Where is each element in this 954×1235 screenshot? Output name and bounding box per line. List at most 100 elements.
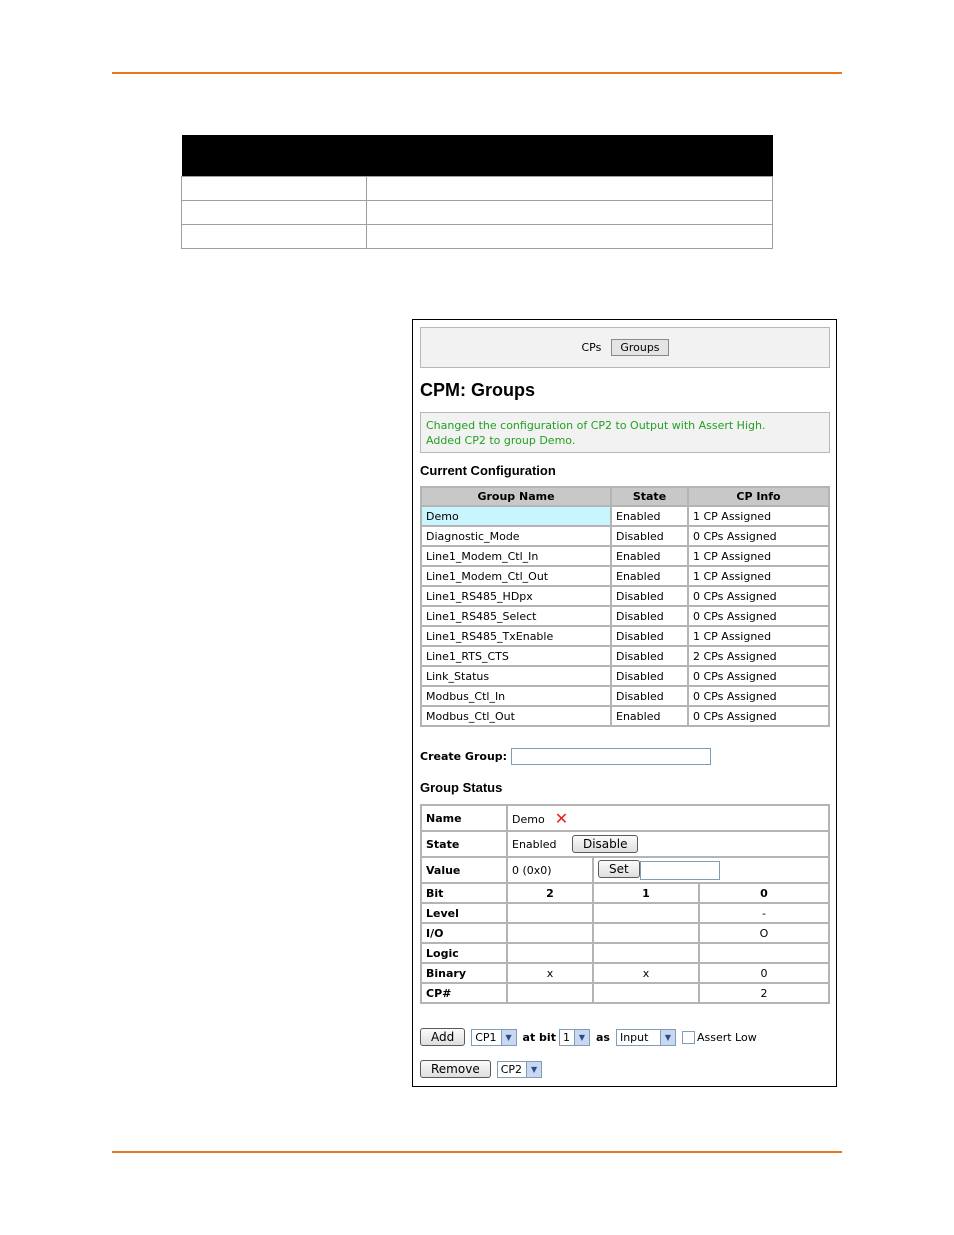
bit-select-value: 1	[562, 1030, 570, 1044]
group-status-title: Group Status	[420, 780, 503, 795]
value-input[interactable]	[639, 860, 720, 880]
remove-cp-select[interactable]: CP2 ▼	[496, 1060, 543, 1078]
group-state-cell: Disabled	[612, 647, 687, 665]
group-info-cell: 0 CPs Assigned	[689, 527, 828, 545]
set-button[interactable]: Set	[598, 860, 640, 879]
name-value-cell: Demo ✕	[508, 806, 828, 830]
group-name-cell[interactable]: Line1_Modem_Ctl_In	[422, 547, 610, 565]
screenshot-frame: CPs Groups CPM: Groups Changed the confi…	[412, 319, 837, 1087]
bit-cell: 1	[594, 884, 698, 902]
chevron-down-icon: ▼	[500, 1029, 516, 1045]
group-state-cell: Disabled	[612, 527, 687, 545]
group-name-cell[interactable]: Line1_Modem_Ctl_Out	[422, 567, 610, 585]
table-row[interactable]: Demo Enabled 1 CP Assigned	[422, 507, 828, 525]
table-row[interactable]: Line1_Modem_Ctl_Out Enabled 1 CP Assigned	[422, 567, 828, 585]
doc-table-header-cell	[366, 135, 773, 177]
level-cell: -	[700, 904, 828, 922]
create-group-input[interactable]	[511, 748, 712, 765]
cpnum-cell	[594, 984, 698, 1002]
cpnum-cell	[508, 984, 592, 1002]
group-name-cell[interactable]: Modbus_Ctl_In	[422, 687, 610, 705]
table-row[interactable]: Line1_RTS_CTS Disabled 2 CPs Assigned	[422, 647, 828, 665]
assert-low-checkbox[interactable]	[681, 1030, 695, 1044]
group-info-cell: 2 CPs Assigned	[689, 647, 828, 665]
binary-cell: 0	[700, 964, 828, 982]
group-state-cell: Disabled	[612, 667, 687, 685]
add-button[interactable]: Add	[420, 1028, 466, 1046]
column-header-state: State	[612, 488, 687, 505]
header-rule	[112, 72, 842, 74]
bit-select[interactable]: 1 ▼	[558, 1028, 590, 1046]
at-bit-label: at bit	[522, 1030, 556, 1044]
group-name-cell[interactable]: Line1_RS485_Select	[422, 607, 610, 625]
group-info-cell: 0 CPs Assigned	[689, 687, 828, 705]
bit-cell: 2	[508, 884, 592, 902]
group-info-cell: 1 CP Assigned	[689, 627, 828, 645]
group-name-cell[interactable]: Line1_RS485_HDpx	[422, 587, 610, 605]
value-label: Value	[422, 858, 506, 882]
chevron-down-icon: ▼	[659, 1029, 675, 1045]
group-info-cell: 1 CP Assigned	[689, 567, 828, 585]
table-row[interactable]: Line1_RS485_TxEnable Disabled 1 CP Assigne…	[422, 627, 828, 645]
bit-label: Bit	[422, 884, 506, 902]
message-line: Added CP2 to group Demo.	[426, 434, 576, 447]
group-name-cell[interactable]: Modbus_Ctl_Out	[422, 707, 610, 725]
value-value: 0 (0x0)	[508, 858, 592, 882]
table-row[interactable]: Link_Status Disabled 0 CPs Assigned	[422, 667, 828, 685]
group-name-cell[interactable]: Line1_RS485_TxEnable	[422, 627, 610, 645]
tab-groups[interactable]: Groups	[611, 339, 669, 356]
logic-label: Logic	[422, 944, 506, 962]
group-state-cell: Enabled	[612, 707, 687, 725]
group-state-cell: Enabled	[612, 507, 687, 525]
remove-cp-row: Remove CP2 ▼	[420, 1060, 830, 1078]
cp-select[interactable]: CP1 ▼	[471, 1028, 517, 1046]
cpnum-label: CP#	[422, 984, 506, 1002]
message-line: Changed the configuration of CP2 to Outp…	[426, 419, 766, 432]
remove-cp-select-value: CP2	[500, 1062, 523, 1076]
table-row[interactable]: Line1_RS485_Select Disabled 0 CPs Assigned	[422, 607, 828, 625]
io-cell: O	[700, 924, 828, 942]
remove-button[interactable]: Remove	[420, 1060, 491, 1078]
cp-select-value: CP1	[475, 1030, 497, 1044]
table-row[interactable]: Modbus_Ctl_Out Enabled 0 CPs Assigned	[422, 707, 828, 725]
doc-table-cell	[366, 200, 773, 225]
group-info-cell: 1 CP Assigned	[689, 547, 828, 565]
io-label: I/O	[422, 924, 506, 942]
group-name-cell[interactable]: Demo	[422, 507, 610, 525]
group-name-cell[interactable]: Line1_RTS_CTS	[422, 647, 610, 665]
delete-icon[interactable]: ✕	[555, 809, 568, 828]
add-cp-row: Add CP1 ▼ at bit 1 ▼ as Input ▼ Assert Low	[420, 1028, 830, 1046]
group-state-cell: Enabled	[612, 547, 687, 565]
table-row[interactable]: Modbus_Ctl_In Disabled 0 CPs Assigned	[422, 687, 828, 705]
group-info-cell: 0 CPs Assigned	[689, 707, 828, 725]
group-name-cell[interactable]: Link_Status	[422, 667, 610, 685]
doc-table-header-cell	[181, 135, 367, 177]
disable-button[interactable]: Disable	[571, 835, 639, 853]
column-header-cp-info: CP Info	[689, 488, 828, 505]
document-table	[181, 135, 773, 249]
mode-select[interactable]: Input ▼	[615, 1028, 676, 1046]
set-value-cell: Set	[594, 858, 828, 882]
table-row[interactable]: Line1_RS485_HDpx Disabled 0 CPs Assigned	[422, 587, 828, 605]
table-row[interactable]: Diagnostic_Mode Disabled 0 CPs Assigned	[422, 527, 828, 545]
group-info-cell: 1 CP Assigned	[689, 507, 828, 525]
create-group-label: Create Group:	[420, 750, 508, 763]
group-state-cell: Disabled	[612, 587, 687, 605]
group-status-table: Name Demo ✕ State Enabled Disable Value 0…	[420, 804, 830, 1004]
group-name-cell[interactable]: Diagnostic_Mode	[422, 527, 610, 545]
group-name-value: Demo	[512, 812, 545, 826]
doc-table-cell	[181, 176, 367, 201]
level-cell	[594, 904, 698, 922]
logic-cell	[594, 944, 698, 962]
table-row[interactable]: Line1_Modem_Ctl_In Enabled 1 CP Assigned	[422, 547, 828, 565]
create-group-row: Create Group:	[420, 748, 830, 765]
state-value: Enabled	[512, 838, 557, 851]
mode-select-value: Input	[619, 1030, 649, 1044]
message-box: Changed the configuration of CP2 to Outp…	[420, 412, 830, 453]
as-label: as	[595, 1030, 610, 1044]
groups-table: Group Name State CP Info Demo Enabled 1 CP…	[420, 486, 830, 727]
io-cell	[594, 924, 698, 942]
group-info-cell: 0 CPs Assigned	[689, 587, 828, 605]
footer-rule	[112, 1151, 842, 1153]
tab-cps[interactable]: CPs	[581, 341, 601, 354]
